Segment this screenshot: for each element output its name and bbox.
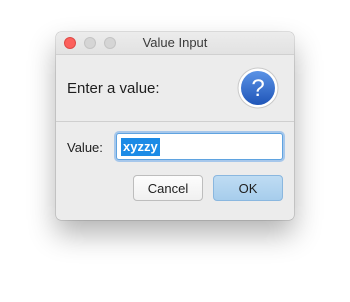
cancel-button[interactable]: Cancel <box>133 175 203 201</box>
window-title: Value Input <box>142 35 208 50</box>
prompt-message: Enter a value: <box>67 80 160 97</box>
prompt-area: Enter a value: ? <box>56 55 294 121</box>
ok-button[interactable]: OK <box>213 175 283 201</box>
value-label: Value: <box>67 140 103 155</box>
question-icon: ? <box>237 67 279 109</box>
value-input[interactable]: xyzzy <box>116 133 283 160</box>
value-row: Value: xyzzy <box>56 122 294 174</box>
screen: Value Input Enter a value: ? Value: xyzz… <box>0 0 350 302</box>
value-input-text: xyzzy <box>121 137 160 156</box>
svg-text:?: ? <box>251 75 264 102</box>
dialog-window: Value Input Enter a value: ? Value: xyzz… <box>56 32 294 220</box>
title-bar[interactable]: Value Input <box>56 32 294 55</box>
button-row: Cancel OK <box>56 174 294 220</box>
